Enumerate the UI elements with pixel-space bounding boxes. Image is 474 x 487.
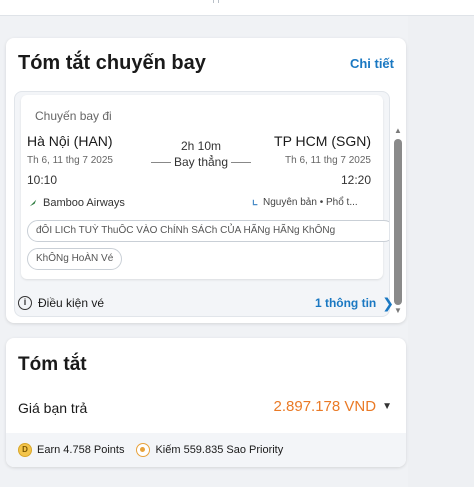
flight-summary-card: Tóm tắt chuyến bay Chi tiết Chuyến bay đ… (6, 38, 406, 323)
scrollbar-thumb[interactable] (394, 139, 402, 305)
scroll-down-icon[interactable]: ▼ (394, 307, 402, 315)
scroll-up-icon[interactable]: ▲ (394, 127, 402, 135)
flight-summary-title: Tóm tắt chuyến bay (18, 51, 206, 74)
ticket-conditions-label-group: i Điều kiện vé (18, 296, 104, 310)
destination-city: TP HCM (SGN) (274, 133, 371, 149)
earn-points-item: D Earn 4.758 Points (18, 443, 124, 457)
airline-info: Bamboo Airways (29, 197, 125, 209)
flight-summary-header: Tóm tắt chuyến bay Chi tiết (18, 50, 394, 76)
price-summary-title: Tóm tắt (18, 354, 87, 375)
stop-info: Bay thẳng (149, 155, 253, 169)
ticket-conditions-link[interactable]: 1 thông tin ❯ (315, 295, 394, 312)
policy-chip-change: đÔI LICh TUỲ ThuÔC VÀO ChÍNh SÁCh CỦA HÃ… (27, 220, 389, 242)
bamboo-airways-logo-icon (29, 199, 37, 207)
stop-type: Bay thẳng (173, 155, 229, 169)
points-coin-icon: D (18, 443, 32, 457)
price-summary-card: Tóm tắt Giá bạn trả 2.897.178 VND ▼ D Ea… (6, 338, 406, 467)
stop-line-left (150, 161, 171, 163)
flight-scroll-area[interactable]: Chuyến bay đi Hà Nội (HAN) TP HCM (SGN) … (14, 91, 390, 317)
flight-direction-label: Chuyến bay đi (35, 109, 112, 123)
seat-class-icon (252, 199, 258, 205)
stop-line-right (231, 161, 252, 163)
ticket-conditions-label: Điều kiện vé (38, 296, 105, 310)
right-sidebar-area (408, 16, 474, 487)
flight-duration: 2h 10m (180, 139, 222, 153)
fare-class-text: Nguyên bản • Phổ t... (263, 197, 358, 208)
policy-chip-refund: KhÔNg HoÀN Vé (27, 248, 123, 270)
scrollbar[interactable]: ▲ ▼ (392, 91, 404, 317)
arrival-date: Th 6, 11 thg 7 2025 (285, 155, 371, 166)
top-bar (0, 0, 474, 16)
departure-date: Th 6, 11 thg 7 2025 (27, 155, 113, 166)
earn-sao-text: Kiếm 559.835 Sao Priority (155, 444, 284, 456)
top-bar-indicator (213, 0, 219, 3)
sao-priority-icon (136, 443, 151, 457)
departure-time: 10:10 (27, 173, 58, 187)
earn-points-text: Earn 4.758 Points (37, 444, 125, 456)
earn-sao-item: Kiếm 559.835 Sao Priority (136, 443, 283, 457)
info-circle-icon: i (18, 296, 32, 310)
flight-segment-card[interactable]: Chuyến bay đi Hà Nội (HAN) TP HCM (SGN) … (21, 95, 389, 279)
price-toggle[interactable]: 2.897.178 VND ▼ (274, 398, 392, 415)
total-price: 2.897.178 VND (273, 398, 377, 415)
ticket-conditions-count[interactable]: 1 thông tin (315, 296, 376, 310)
details-link[interactable]: Chi tiết (350, 56, 394, 71)
fare-class-info: Nguyên bản • Phổ t... (251, 197, 358, 208)
arrival-time: 12:20 (340, 173, 371, 187)
price-label: Giá bạn trả (18, 400, 88, 416)
ticket-conditions-row: i Điều kiện vé 1 thông tin ❯ (18, 293, 394, 313)
airline-name: Bamboo Airways (43, 197, 125, 209)
chevron-right-icon[interactable]: ❯ (382, 295, 394, 312)
origin-city: Hà Nội (HAN) (27, 133, 113, 149)
chevron-down-icon[interactable]: ▼ (382, 401, 392, 412)
rewards-bar: D Earn 4.758 Points Kiếm 559.835 Sao Pri… (6, 433, 406, 467)
